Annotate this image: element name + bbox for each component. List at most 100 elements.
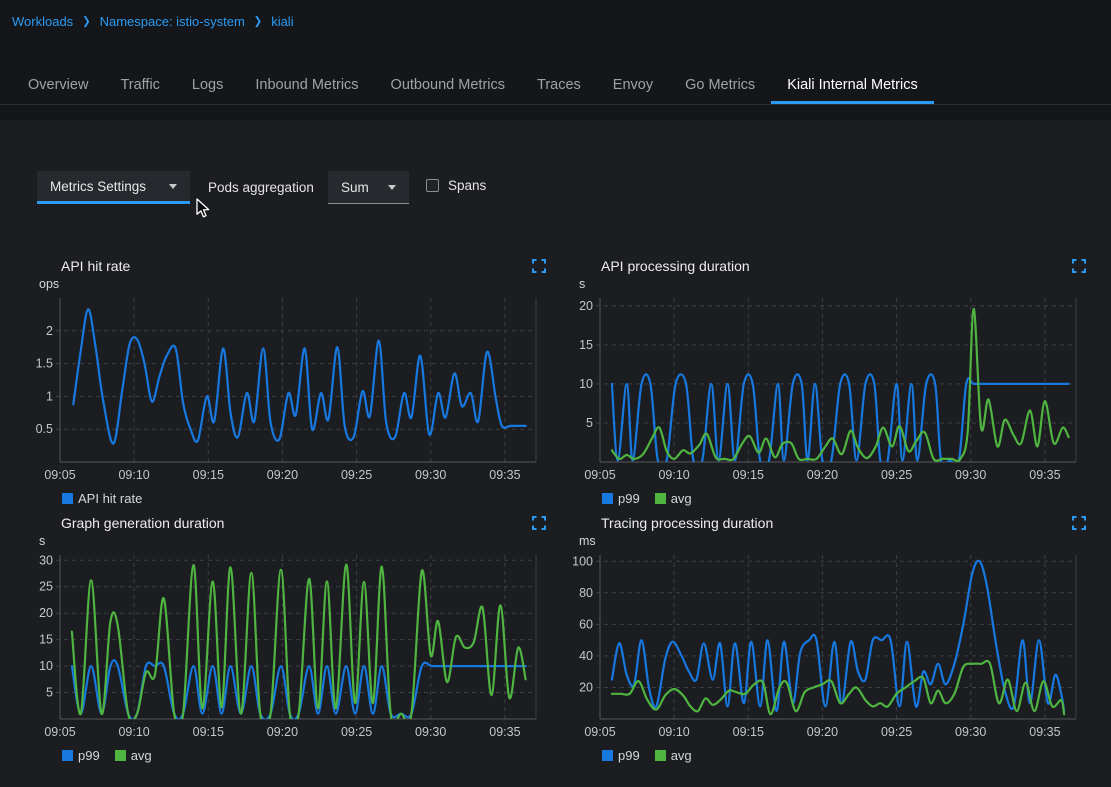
tab-go-metrics[interactable]: Go Metrics [669,68,771,104]
legend-swatch-icon [62,493,73,504]
svg-text:09:05: 09:05 [584,725,615,739]
chart-unit-label: ops [39,277,552,292]
svg-text:100: 100 [572,554,593,568]
tab-traces[interactable]: Traces [521,68,597,104]
svg-text:09:35: 09:35 [489,725,520,739]
spans-label: Spans [448,178,486,193]
svg-text:80: 80 [579,586,593,600]
chart-legend: p99avg [62,748,552,763]
expand-chart-icon[interactable] [531,259,546,274]
svg-text:5: 5 [46,686,53,700]
breadcrumb: Workloads ❯ Namespace: istio-system ❯ kiali [12,14,294,29]
chart-api-hit-rate: API hit rate ops 0.511.5209:0509:1009:15… [31,258,552,510]
svg-text:0.5: 0.5 [36,422,53,436]
legend-swatch-icon [602,493,613,504]
svg-text:09:05: 09:05 [44,725,75,739]
svg-text:09:30: 09:30 [415,725,446,739]
aggregation-value: Sum [341,180,369,195]
line-chart: 0.511.5209:0509:1009:1509:2009:2509:3009… [31,292,552,488]
svg-text:20: 20 [579,681,593,695]
breadcrumb-separator-icon: ❯ [82,15,90,27]
chart-title: API hit rate [61,258,552,274]
svg-text:09:35: 09:35 [1029,725,1060,739]
expand-chart-icon[interactable] [1071,259,1086,274]
svg-text:09:15: 09:15 [193,725,224,739]
chart-tracing-processing-duration: Tracing processing duration ms 204060801… [571,515,1092,767]
svg-text:09:15: 09:15 [733,468,764,482]
legend-swatch-icon [115,750,126,761]
pods-aggregation-select[interactable]: Sum [328,171,409,204]
spans-checkbox[interactable] [426,179,439,192]
svg-text:09:20: 09:20 [807,468,838,482]
svg-text:09:10: 09:10 [118,468,149,482]
svg-text:09:15: 09:15 [733,725,764,739]
chevron-down-icon [169,184,177,189]
svg-text:60: 60 [579,617,593,631]
breadcrumb-link-kiali[interactable]: kiali [271,14,293,29]
breadcrumb-separator-icon: ❯ [254,15,262,27]
svg-text:20: 20 [39,606,53,620]
chart-graph-generation-duration: Graph generation duration s 510152025300… [31,515,552,767]
svg-text:15: 15 [579,338,593,352]
svg-text:09:20: 09:20 [267,468,298,482]
svg-text:10: 10 [579,377,593,391]
svg-text:09:25: 09:25 [341,725,372,739]
line-chart: 5101520253009:0509:1009:1509:2009:2509:3… [31,549,552,745]
svg-text:09:30: 09:30 [955,725,986,739]
legend-label: p99 [618,491,640,506]
svg-text:30: 30 [39,553,53,567]
pods-aggregation-label: Pods aggregation [208,180,314,195]
legend-label: p99 [618,748,640,763]
kiali-workload-details-page: { "breadcrumb": { "items": ["Workloads",… [0,0,1111,787]
chart-title: Tracing processing duration [601,515,1092,531]
chart-title: API processing duration [601,258,1092,274]
metrics-settings-dropdown[interactable]: Metrics Settings [37,171,190,204]
tab-kiali-internal-metrics[interactable]: Kiali Internal Metrics [771,68,934,104]
legend-label: API hit rate [78,491,142,506]
legend-swatch-icon [655,750,666,761]
svg-text:09:35: 09:35 [1029,468,1060,482]
svg-text:09:25: 09:25 [341,468,372,482]
tab-overview[interactable]: Overview [12,68,104,104]
svg-text:09:05: 09:05 [584,468,615,482]
svg-text:09:10: 09:10 [658,725,689,739]
tab-outbound-metrics[interactable]: Outbound Metrics [375,68,521,104]
svg-text:09:25: 09:25 [881,468,912,482]
svg-text:15: 15 [39,633,53,647]
expand-chart-icon[interactable] [531,516,546,531]
tab-inbound-metrics[interactable]: Inbound Metrics [239,68,374,104]
svg-text:25: 25 [39,580,53,594]
svg-text:09:30: 09:30 [955,468,986,482]
svg-text:09:20: 09:20 [807,725,838,739]
chevron-down-icon [388,185,396,190]
line-chart: 2040608010009:0509:1009:1509:2009:2509:3… [571,549,1092,745]
svg-text:1: 1 [46,389,53,403]
legend-item-p99: p99 [602,748,640,763]
spans-checkbox-field[interactable]: Spans [426,178,486,193]
chart-unit-label: s [39,534,552,549]
chart-api-processing-duration: API processing duration s 510152009:0509… [571,258,1092,510]
tab-envoy[interactable]: Envoy [597,68,669,104]
tab-bar: OverviewTrafficLogsInbound MetricsOutbou… [0,68,1111,105]
svg-text:20: 20 [579,299,593,313]
legend-label: avg [671,491,692,506]
legend-swatch-icon [655,493,666,504]
tab-traffic[interactable]: Traffic [104,68,175,104]
chart-legend: p99avg [602,748,1092,763]
breadcrumb-link-namespace-istio-system[interactable]: Namespace: istio-system [100,14,245,29]
expand-chart-icon[interactable] [1071,516,1086,531]
content-area: Metrics Settings Pods aggregation Sum Sp… [0,120,1111,787]
svg-text:2: 2 [46,324,53,338]
metrics-settings-label: Metrics Settings [50,179,146,194]
svg-text:10: 10 [39,659,53,673]
tab-logs[interactable]: Logs [176,68,239,104]
legend-swatch-icon [62,750,73,761]
svg-text:09:10: 09:10 [118,725,149,739]
chart-unit-label: s [579,277,1092,292]
breadcrumb-link-workloads[interactable]: Workloads [12,14,73,29]
svg-text:40: 40 [579,649,593,663]
chart-legend: p99 avg [602,491,1092,506]
chart-legend: API hit rate [62,491,552,506]
svg-text:1.5: 1.5 [36,357,53,371]
svg-text:09:15: 09:15 [193,468,224,482]
